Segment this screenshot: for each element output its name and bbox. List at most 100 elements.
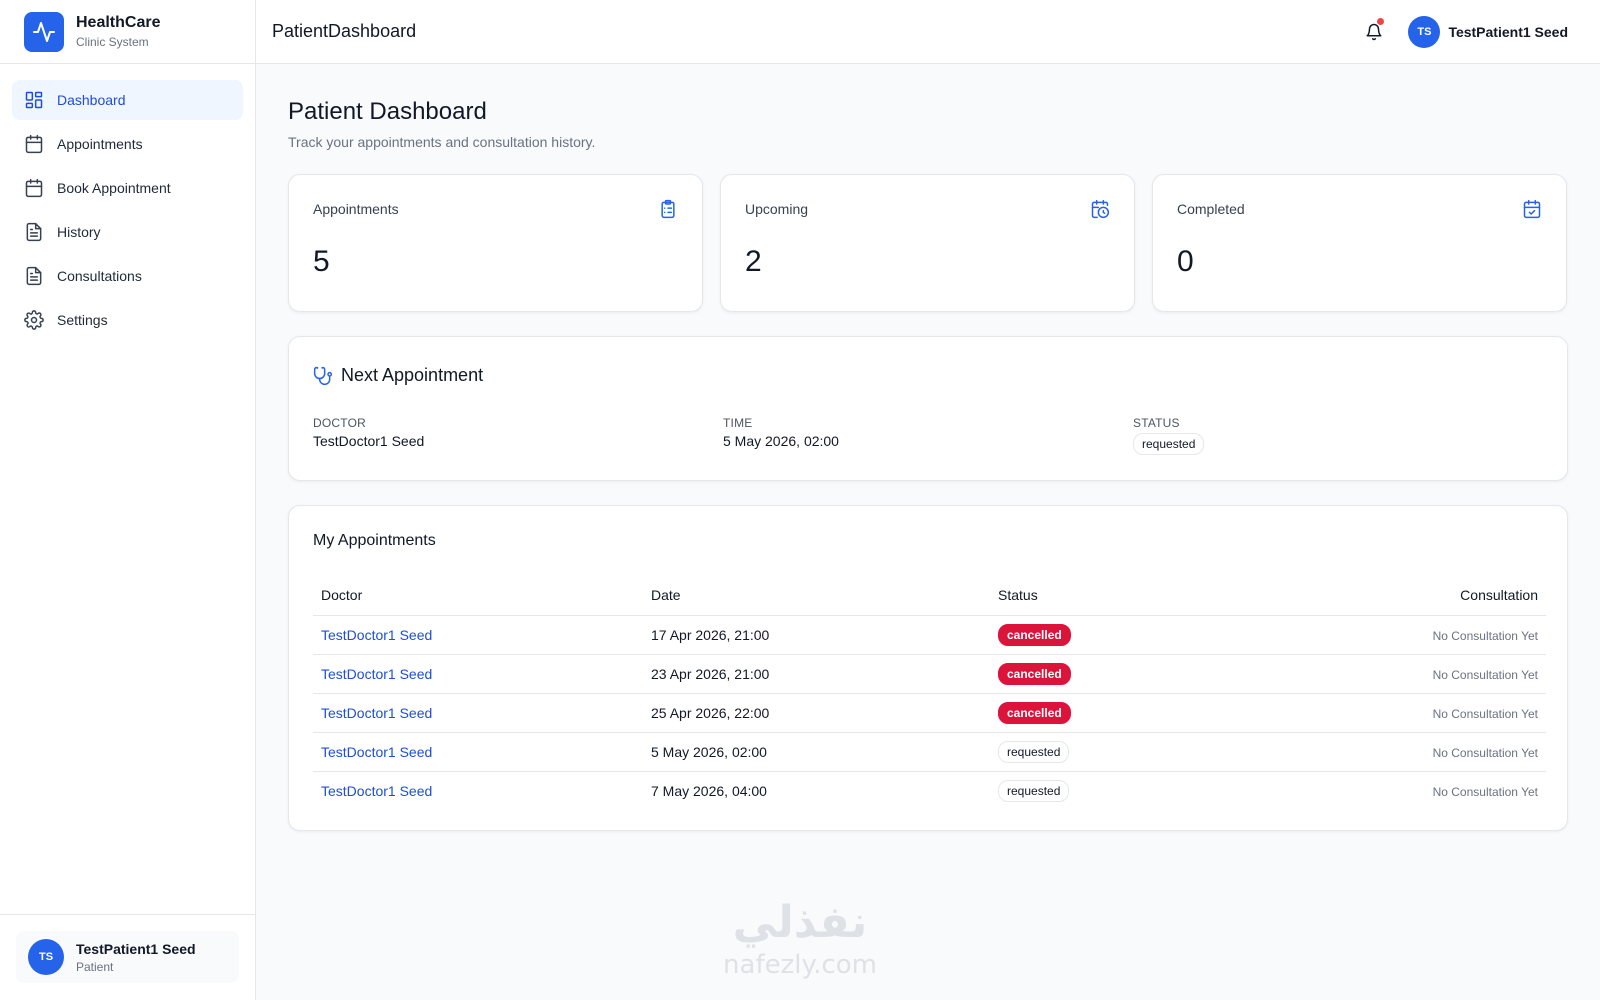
- sidebar-item-label: History: [57, 224, 101, 240]
- consultation-status: No Consultation Yet: [1432, 745, 1538, 760]
- watermark-logo: نفذلي nafezly.com: [723, 897, 877, 980]
- sidebar-item-label: Consultations: [57, 268, 142, 284]
- next-doctor-label: DOCTOR: [313, 416, 366, 430]
- sidebar-user-role: Patient: [76, 959, 114, 974]
- stat-value: 0: [1177, 245, 1194, 278]
- appointment-date: 25 Apr 2026, 22:00: [643, 693, 990, 733]
- avatar: TS: [1408, 15, 1441, 48]
- watermark-latin: nafezly.com: [723, 950, 877, 980]
- stat-label: Completed: [1177, 201, 1245, 217]
- status-badge: cancelled: [998, 662, 1071, 685]
- column-header-consultation: Consultation: [1290, 576, 1546, 616]
- status-badge: requested: [1133, 433, 1205, 455]
- next-doctor: DOCTOR TestDoctor1 Seed: [313, 416, 723, 455]
- table-row: TestDoctor1 Seed 7 May 2026, 04:00 reque…: [313, 771, 1546, 810]
- stat-value: 5: [313, 245, 330, 278]
- layout-dashboard-icon: [25, 91, 43, 109]
- sidebar-user-card[interactable]: TS TestPatient1 Seed Patient: [16, 931, 239, 983]
- sidebar-nav: Dashboard Appointments Book Appointment …: [0, 64, 255, 356]
- sidebar-item-consultations[interactable]: Consultations: [12, 256, 243, 296]
- next-time-value: 5 May 2026, 02:00: [723, 433, 839, 449]
- appointment-date: 7 May 2026, 04:00: [651, 782, 767, 799]
- appointment-date: 17 Apr 2026, 21:00: [643, 615, 990, 655]
- doctor-link[interactable]: TestDoctor1 Seed: [321, 627, 432, 643]
- next-status-label: STATUS: [1133, 416, 1180, 430]
- stat-value: 2: [745, 245, 762, 278]
- sidebar-item-book-appointment[interactable]: Book Appointment: [12, 168, 243, 208]
- status-badge: requested: [998, 779, 1070, 802]
- stat-label: Upcoming: [745, 201, 809, 217]
- table-row: TestDoctor1 Seed 17 Apr 2026, 21:00 canc…: [313, 615, 1546, 655]
- brand-title: HealthCare: [76, 14, 161, 31]
- status-badge: cancelled: [998, 701, 1071, 724]
- sidebar-item-settings[interactable]: Settings: [12, 300, 243, 340]
- watermark-arabic: نفذلي: [733, 897, 868, 948]
- header-user-menu[interactable]: TS TestPatient1 Seed: [1408, 15, 1568, 48]
- page-subtitle: Track your appointments and consultation…: [288, 134, 596, 150]
- column-header-status: Status: [990, 576, 1290, 616]
- table-row: TestDoctor1 Seed 25 Apr 2026, 22:00 canc…: [313, 693, 1546, 733]
- sidebar-footer: TS TestPatient1 Seed Patient: [0, 914, 255, 1000]
- consultation-status: No Consultation Yet: [1432, 706, 1538, 721]
- brand-subtitle: Clinic System: [76, 35, 149, 49]
- sidebar: HealthCare Clinic System Dashboard Appoi…: [0, 0, 256, 1000]
- table-header-row: Doctor Date Status Consultation: [313, 576, 1546, 616]
- activity-icon: [24, 11, 64, 52]
- stat-card-appointments: Appointments 5: [288, 174, 703, 312]
- consultation-status: No Consultation Yet: [1432, 628, 1538, 643]
- file-text-icon: [26, 266, 42, 286]
- appointment-date: 23 Apr 2026, 21:00: [643, 654, 990, 694]
- status-badge: cancelled: [998, 623, 1071, 646]
- header-user-name: TestPatient1 Seed: [1448, 23, 1568, 40]
- file-text-icon: [26, 222, 42, 242]
- sidebar-item-label: Appointments: [57, 136, 143, 152]
- sidebar-item-label: Settings: [57, 312, 108, 328]
- gear-icon: [24, 310, 44, 330]
- column-header-doctor: Doctor: [313, 576, 643, 616]
- doctor-link[interactable]: TestDoctor1 Seed: [321, 744, 432, 760]
- column-header-date: Date: [643, 576, 990, 616]
- next-time-label: TIME: [723, 416, 753, 430]
- top-header: PatientDashboard TS TestPatient1 Seed: [256, 0, 1600, 64]
- appointment-date: 5 May 2026, 02:00: [643, 732, 990, 772]
- sidebar-user-name: TestPatient1 Seed: [76, 940, 196, 957]
- appointments-table: Doctor Date Status Consultation TestDoct…: [313, 576, 1546, 810]
- header-title: PatientDashboard: [272, 21, 417, 41]
- notifications-button[interactable]: [1358, 16, 1390, 48]
- sidebar-item-label: Book Appointment: [57, 180, 171, 196]
- status-badge: requested: [998, 740, 1070, 763]
- doctor-link[interactable]: TestDoctor1 Seed: [321, 666, 432, 682]
- stat-card-completed: Completed 0: [1152, 174, 1567, 312]
- calendar-icon: [25, 178, 43, 198]
- stats-row: Appointments 5 Upcoming 2 Completed 0: [288, 174, 1568, 312]
- doctor-link[interactable]: TestDoctor1 Seed: [321, 705, 432, 721]
- page-title: Patient Dashboard: [288, 98, 487, 125]
- table-row: TestDoctor1 Seed 5 May 2026, 02:00 reque…: [313, 732, 1546, 772]
- stat-label: Appointments: [313, 201, 399, 217]
- next-status: STATUS requested: [1133, 416, 1543, 455]
- sidebar-item-history[interactable]: History: [12, 212, 243, 252]
- clipboard-list-icon: [661, 199, 675, 219]
- notification-dot: [1377, 17, 1385, 25]
- bell-icon: [1366, 23, 1382, 40]
- calendar-icon: [25, 134, 43, 154]
- my-appointments-title: My Appointments: [313, 532, 436, 549]
- consultation-status: No Consultation Yet: [1432, 784, 1538, 799]
- table-row: TestDoctor1 Seed 23 Apr 2026, 21:00 canc…: [313, 654, 1546, 694]
- next-appointment-card: Next Appointment DOCTOR TestDoctor1 Seed…: [288, 336, 1568, 481]
- stethoscope-icon: [313, 366, 333, 385]
- doctor-link[interactable]: TestDoctor1 Seed: [321, 783, 432, 799]
- consultation-status: No Consultation Yet: [1432, 667, 1538, 682]
- main-content: Patient Dashboard Track your appointment…: [288, 64, 1568, 831]
- sidebar-item-dashboard[interactable]: Dashboard: [12, 80, 243, 120]
- stat-card-upcoming: Upcoming 2: [720, 174, 1135, 312]
- sidebar-item-label: Dashboard: [57, 92, 126, 108]
- brand[interactable]: HealthCare Clinic System: [0, 0, 255, 64]
- sidebar-item-appointments[interactable]: Appointments: [12, 124, 243, 164]
- calendar-clock-icon: [1091, 199, 1110, 219]
- next-doctor-value: TestDoctor1 Seed: [313, 433, 425, 449]
- avatar: TS: [28, 939, 64, 975]
- next-appointment-title: Next Appointment: [341, 365, 484, 385]
- my-appointments-card: My Appointments Doctor Date Status Consu…: [288, 505, 1568, 831]
- next-time: TIME 5 May 2026, 02:00: [723, 416, 1133, 455]
